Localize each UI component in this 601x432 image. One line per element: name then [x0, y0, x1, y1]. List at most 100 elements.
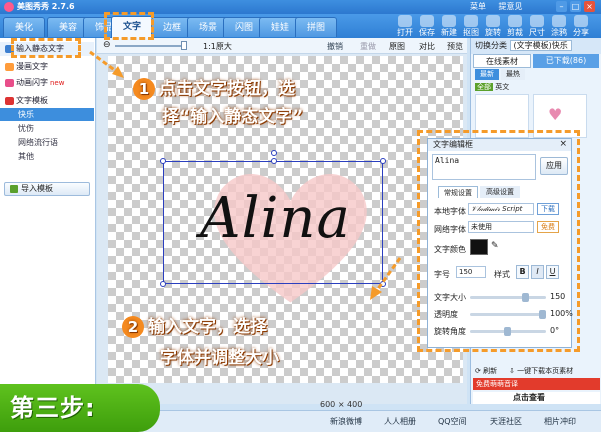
free-font-button[interactable]: 免费: [537, 221, 559, 233]
template-happy[interactable]: 快乐: [0, 108, 94, 121]
redo-button[interactable]: 重做: [360, 41, 376, 52]
doodle-button[interactable]: 涂鸦: [549, 14, 569, 38]
web-font-select[interactable]: 未使用: [468, 221, 534, 233]
download-font-button[interactable]: 下载: [537, 203, 559, 215]
promo-banner[interactable]: 免费萌萌音译: [473, 378, 600, 390]
apply-button[interactable]: 应用: [540, 157, 568, 175]
maximize-icon[interactable]: □: [570, 1, 581, 12]
style-label: 样式: [494, 270, 510, 279]
resize-icon: [530, 15, 544, 27]
local-font-select[interactable]: 𝒱𝓁𝒶𝒹𝒾𝓂𝒾𝓇 Script: [468, 203, 534, 215]
resize-handle-tr[interactable]: [380, 158, 386, 164]
resize-button[interactable]: 尺寸: [527, 14, 547, 38]
filter-english[interactable]: 英文: [495, 83, 509, 91]
minimize-icon[interactable]: –: [556, 1, 567, 12]
share-button[interactable]: 分享: [571, 14, 591, 38]
subtab-hot[interactable]: 最热: [501, 69, 525, 80]
canvas-text[interactable]: Alina: [168, 186, 383, 251]
promo-link[interactable]: 点击查看: [473, 392, 600, 404]
tab-advanced[interactable]: 高级设置: [480, 186, 520, 198]
animated-text-item[interactable]: 动画闪字 new: [0, 76, 94, 90]
save-button[interactable]: 保存: [417, 14, 437, 38]
italic-button[interactable]: I: [531, 265, 544, 279]
template-popular[interactable]: 网络流行语: [0, 136, 94, 149]
font-size-label: 字号: [434, 270, 450, 279]
annotation-step-1-line2: 择“输入静态文字”: [162, 107, 304, 127]
bold-button[interactable]: B: [516, 265, 529, 279]
text-input[interactable]: Alina: [432, 154, 536, 180]
canvas-size-label: 600 × 400: [320, 400, 363, 409]
text-color-label: 文字颜色: [434, 245, 466, 254]
text-color-swatch[interactable]: [470, 239, 488, 255]
filter-all[interactable]: 全部: [475, 83, 493, 91]
rotation-slider[interactable]: [470, 327, 546, 336]
zoom-out-icon[interactable]: ⊖: [103, 40, 111, 50]
size-slider-knob[interactable]: [522, 293, 529, 302]
share-qzone[interactable]: QQ空间: [438, 416, 467, 427]
tab-general[interactable]: 常规设置: [438, 186, 478, 198]
resize-handle-bl[interactable]: [160, 281, 166, 287]
opacity-slider-knob[interactable]: [539, 310, 546, 319]
sparkle-icon: [5, 79, 14, 87]
download-all-link[interactable]: ⇩ 一键下载本页素材: [509, 366, 573, 376]
template-sad[interactable]: 忧伤: [0, 122, 94, 135]
dialog-close-icon[interactable]: ×: [559, 139, 567, 149]
cutout-button[interactable]: 抠图: [461, 14, 481, 38]
rotate-handle[interactable]: [271, 150, 277, 156]
resize-handle-top[interactable]: [271, 158, 277, 164]
love-script-icon: ♥: [548, 105, 563, 124]
highlight-static-text: [11, 38, 81, 58]
new-icon: [442, 15, 456, 27]
import-template-button[interactable]: 导入模板: [4, 182, 90, 196]
share-renren[interactable]: 人人相册: [384, 416, 416, 427]
annotation-step-1: 1 点击文字按钮，选: [133, 74, 295, 100]
step-1-number-icon: 1: [133, 78, 155, 100]
rotation-value: 0°: [550, 326, 560, 335]
new-badge: new: [50, 79, 65, 87]
rotate-button[interactable]: 旋转: [483, 14, 503, 38]
underline-button[interactable]: U: [546, 265, 559, 279]
photo-print[interactable]: 相片冲印: [544, 416, 576, 427]
share-tianya[interactable]: 天涯社区: [490, 416, 522, 427]
preview-button[interactable]: 预览: [447, 41, 463, 52]
tab-beautify[interactable]: 美化: [3, 17, 45, 37]
open-button[interactable]: 打开: [395, 14, 415, 38]
opacity-slider[interactable]: [470, 310, 546, 319]
slider-size-label: 文字大小: [434, 293, 466, 302]
title-bar: 美图秀秀 2.7.6 菜单 提意见 – □ ×: [0, 0, 601, 14]
crop-button[interactable]: 剪裁: [505, 14, 525, 38]
zoom-label[interactable]: 1:1原大: [203, 41, 232, 52]
tab-downloaded[interactable]: 已下载(86): [533, 54, 599, 68]
subtab-latest[interactable]: 最新: [475, 69, 499, 80]
new-button[interactable]: 新建: [439, 14, 459, 38]
zoom-slider[interactable]: [115, 45, 185, 47]
save-icon: [420, 15, 434, 27]
comic-icon: [5, 63, 14, 71]
compare-button[interactable]: 对比: [419, 41, 435, 52]
annotation-step-2: 2 输入文字，选择: [122, 312, 267, 338]
share-weibo[interactable]: 新浪微博: [330, 416, 362, 427]
eyedropper-icon[interactable]: ✎: [491, 241, 499, 251]
template-other[interactable]: 其他: [0, 150, 94, 163]
feedback-link[interactable]: 提意见: [499, 2, 523, 11]
resize-handle-tl[interactable]: [160, 158, 166, 164]
resize-handle-br[interactable]: [380, 281, 386, 287]
close-icon[interactable]: ×: [584, 1, 595, 12]
original-button[interactable]: 原图: [389, 41, 405, 52]
brush-icon: [552, 15, 566, 27]
app-title: 美图秀秀 2.7.6: [17, 2, 75, 11]
tab-online-material[interactable]: 在线素材: [473, 54, 531, 68]
category-switcher[interactable]: 切换分类 (文字模板)快乐: [471, 38, 601, 54]
undo-button[interactable]: 撤销: [327, 41, 343, 52]
refresh-link[interactable]: ⟳ 刷新: [475, 366, 497, 376]
menu-button[interactable]: 菜单: [470, 2, 486, 11]
step-2-number-icon: 2: [122, 316, 144, 338]
web-font-label: 网络字体: [434, 225, 466, 234]
text-template-item[interactable]: 文字模板: [0, 94, 94, 108]
size-slider[interactable]: [470, 293, 546, 302]
rotation-slider-knob[interactable]: [504, 327, 511, 336]
zoom-slider-knob[interactable]: [181, 41, 187, 50]
tab-collage[interactable]: 拼图: [295, 17, 337, 37]
font-size-select[interactable]: 150: [456, 266, 486, 278]
comic-text-item[interactable]: 漫画文字: [0, 60, 94, 74]
